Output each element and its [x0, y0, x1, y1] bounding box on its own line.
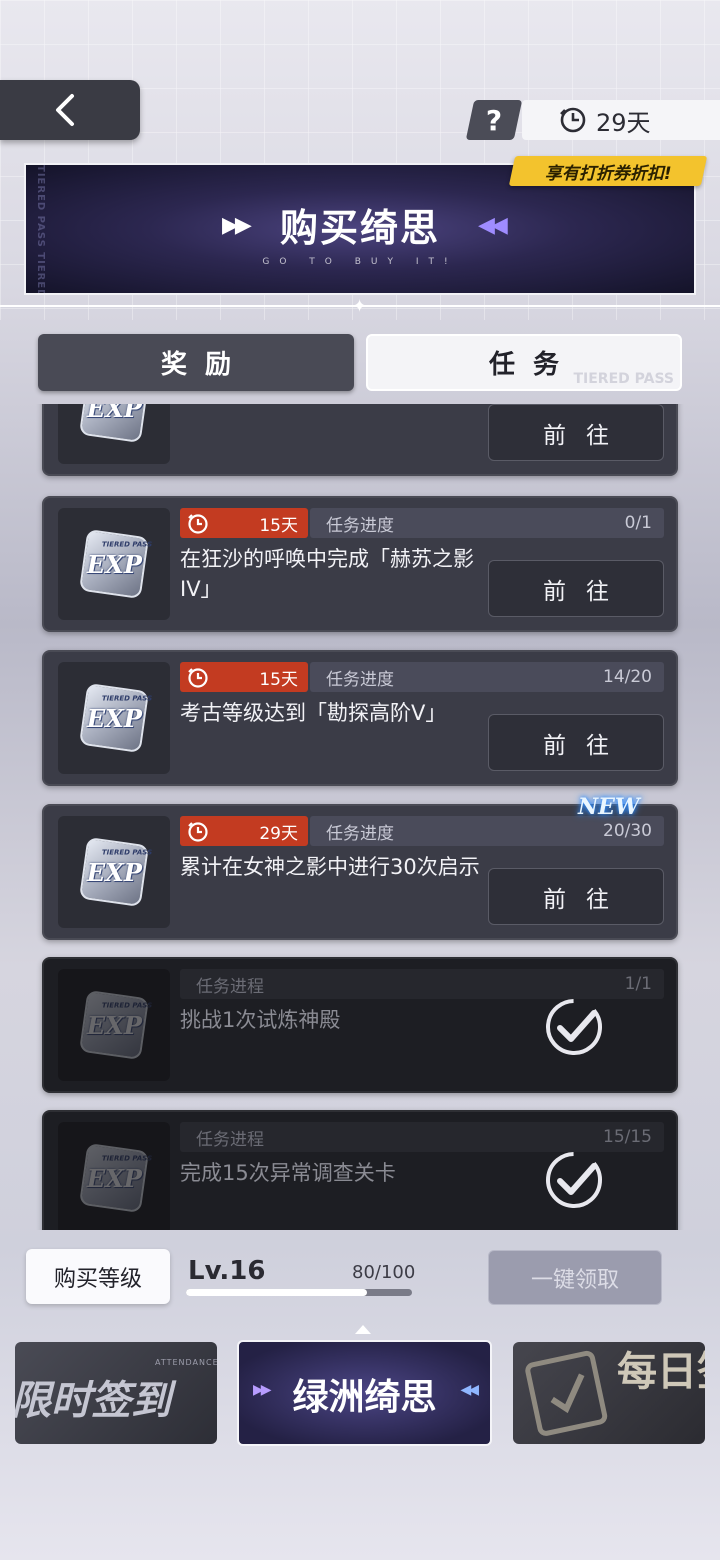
exp-label: EXP — [86, 703, 142, 733]
task-progress-label: 任务进程 — [196, 1129, 264, 1150]
tab-watermark: TIERED PASS — [573, 371, 674, 387]
task-description: 累计在女神之影中进行30次启示 — [180, 855, 480, 879]
clock-icon — [560, 107, 586, 133]
level-progress-track — [186, 1289, 412, 1296]
task-progress-bar: 任务进度 14/20 — [310, 662, 664, 692]
tab-label: 任务 — [488, 350, 577, 380]
task-progress-label: 任务进度 — [326, 823, 394, 844]
exp-label: EXP — [86, 857, 142, 887]
task-progress-label: 任务进度 — [326, 515, 394, 536]
task-reward-icon-box: TIERED PASSEXP — [58, 816, 170, 928]
exp-label: EXP — [86, 1163, 142, 1193]
task-progress-label: 任务进程 — [196, 976, 264, 997]
exp-badge-icon: TIERED PASSEXP — [78, 528, 152, 600]
tab-label: 奖励 — [160, 350, 249, 380]
task-card: TIERED PASS EXP 任务进程 15/15 完成15次异常调查关卡 — [42, 1110, 678, 1230]
exp-badge-icon: TIERED PASSEXP — [78, 682, 152, 754]
task-progress-value: 14/20 — [603, 667, 652, 687]
task-goto-button[interactable]: 前往 — [488, 868, 664, 925]
sparkle-icon: ✦ — [352, 296, 368, 317]
nav-left-sublabel: ATTENDANCE — [155, 1358, 217, 1367]
badge-label: TIERED PASS — [101, 1001, 152, 1010]
exp-badge-icon: TIERED PASSEXP — [78, 1142, 152, 1214]
task-progress-value: 15/15 — [603, 1127, 652, 1147]
exp-badge-icon: TIERED PASSEXP — [78, 404, 150, 444]
task-progress-value: 1/1 — [624, 974, 652, 994]
exp-badge-icon: TIERED PASSEXP — [78, 836, 152, 908]
buy-level-button[interactable]: 购买等级 — [26, 1249, 170, 1304]
task-time-text: 29天 — [259, 823, 298, 844]
discount-tag: 享有打折券折扣! — [508, 156, 708, 186]
level-progress-count: 80/100 — [352, 1262, 416, 1283]
claim-all-button[interactable]: 一键领取 — [488, 1250, 662, 1305]
task-reward-icon-box: TIERED PASSEXP — [58, 508, 170, 620]
task-card: TIERED PASS EXP 任务进程 1/1 挑战1次试炼神殿 — [42, 957, 678, 1093]
help-label: ? — [485, 103, 503, 137]
task-list[interactable]: TIERED PASSEXP在狂沙的呼唤中完成「赫苏之影III」前往TIERED… — [0, 404, 720, 1230]
task-reward-icon-box: TIERED PASSEXP — [58, 969, 170, 1081]
timer-icon — [188, 514, 208, 534]
task-card: TIERED PASS EXP 15天 任务进度 0/1 在狂沙的呼唤中完成「赫苏之影IV… — [42, 496, 678, 632]
task-card: TIERED PASS EXP 29天 任务进度 20/30 累计在女神之影中进行30次启… — [42, 794, 678, 940]
nav-daily-checkin[interactable]: 每日签到 — [513, 1342, 705, 1444]
task-goto-button[interactable]: 前往 — [488, 560, 664, 617]
task-reward-icon-box: TIERED PASSEXP — [58, 662, 170, 774]
task-description: 考古等级达到「勘探高阶V」 — [180, 701, 447, 725]
double-arrow-left-icon: ◀◀ — [478, 213, 508, 238]
task-progress-bar: 任务进度 20/30 — [310, 816, 664, 846]
task-progress-bar: 任务进度 0/1 — [310, 508, 664, 538]
task-card: TIERED PASS EXP 15天 任务进度 14/20 考古等级达到「勘探高阶V」前… — [42, 650, 678, 786]
task-time-tag: 15天 — [180, 662, 308, 692]
back-button[interactable] — [0, 80, 140, 140]
level-label: Lv.16 — [188, 1256, 266, 1286]
tab-tasks[interactable]: 任务 TIERED PASS — [366, 334, 682, 391]
badge-label: TIERED PASS — [101, 540, 152, 549]
chevron-left-icon — [56, 94, 74, 126]
banner-subtitle: GO TO BUY IT! — [262, 257, 458, 267]
badge-label: TIERED PASS — [101, 1154, 152, 1163]
exp-label: EXP — [86, 404, 142, 423]
nav-right-label: 每日签到 — [617, 1349, 705, 1395]
task-reward-icon-box: TIERED PASSEXP — [58, 404, 170, 464]
task-goto-button[interactable]: 前往 — [488, 714, 664, 771]
nav-left-label: 限时签到 — [15, 1377, 171, 1424]
new-tag: NEW — [578, 794, 640, 820]
timer-icon — [188, 822, 208, 842]
exp-badge-icon: TIERED PASSEXP — [78, 989, 152, 1061]
banner-title: 购买绮思 — [279, 206, 440, 250]
checkmark-icon — [546, 999, 602, 1055]
exp-label: EXP — [86, 549, 142, 579]
task-time-tag: 29天 — [180, 816, 308, 846]
badge-label: TIERED PASS — [101, 848, 152, 857]
task-description: 完成15次异常调查关卡 — [180, 1161, 396, 1185]
caret-up-icon — [355, 1325, 371, 1334]
timer-icon — [188, 668, 208, 688]
nav-center-label: 绿洲绮思 — [292, 1377, 437, 1418]
task-description: 挑战1次试炼神殿 — [180, 1008, 341, 1032]
timer-text: 29天 — [596, 108, 651, 137]
badge-label: TIERED PASS — [101, 694, 152, 703]
task-reward-icon-box: TIERED PASSEXP — [58, 1122, 170, 1230]
nav-limited-checkin[interactable]: 限时签到 ATTENDANCE — [15, 1342, 217, 1444]
task-progress-value: 0/1 — [624, 513, 652, 533]
task-time-text: 15天 — [259, 669, 298, 690]
checkmark-icon — [546, 1152, 602, 1208]
level-progress-fill — [186, 1289, 367, 1296]
task-description: 在狂沙的呼唤中完成「赫苏之影IV」 — [180, 547, 474, 601]
task-progress-label: 任务进度 — [326, 669, 394, 690]
exp-label: EXP — [86, 1010, 142, 1040]
task-progress-value: 20/30 — [603, 821, 652, 841]
task-time-tag: 15天 — [180, 508, 308, 538]
task-goto-button[interactable]: 前往 — [488, 404, 664, 461]
season-timer: 29天 — [522, 100, 720, 140]
double-arrow-left-icon: ◀◀ — [460, 1382, 478, 1398]
calendar-stamp-icon — [525, 1350, 608, 1436]
discount-text: 享有打折券折扣! — [544, 163, 672, 184]
help-button[interactable]: ? — [465, 100, 523, 140]
nav-oasis-pass[interactable]: ▶▶ 绿洲绮思 ◀◀ — [237, 1340, 492, 1446]
task-time-text: 15天 — [259, 515, 298, 536]
task-card: TIERED PASSEXP在狂沙的呼唤中完成「赫苏之影III」前往 — [42, 404, 678, 476]
tab-rewards[interactable]: 奖励 — [38, 334, 354, 391]
